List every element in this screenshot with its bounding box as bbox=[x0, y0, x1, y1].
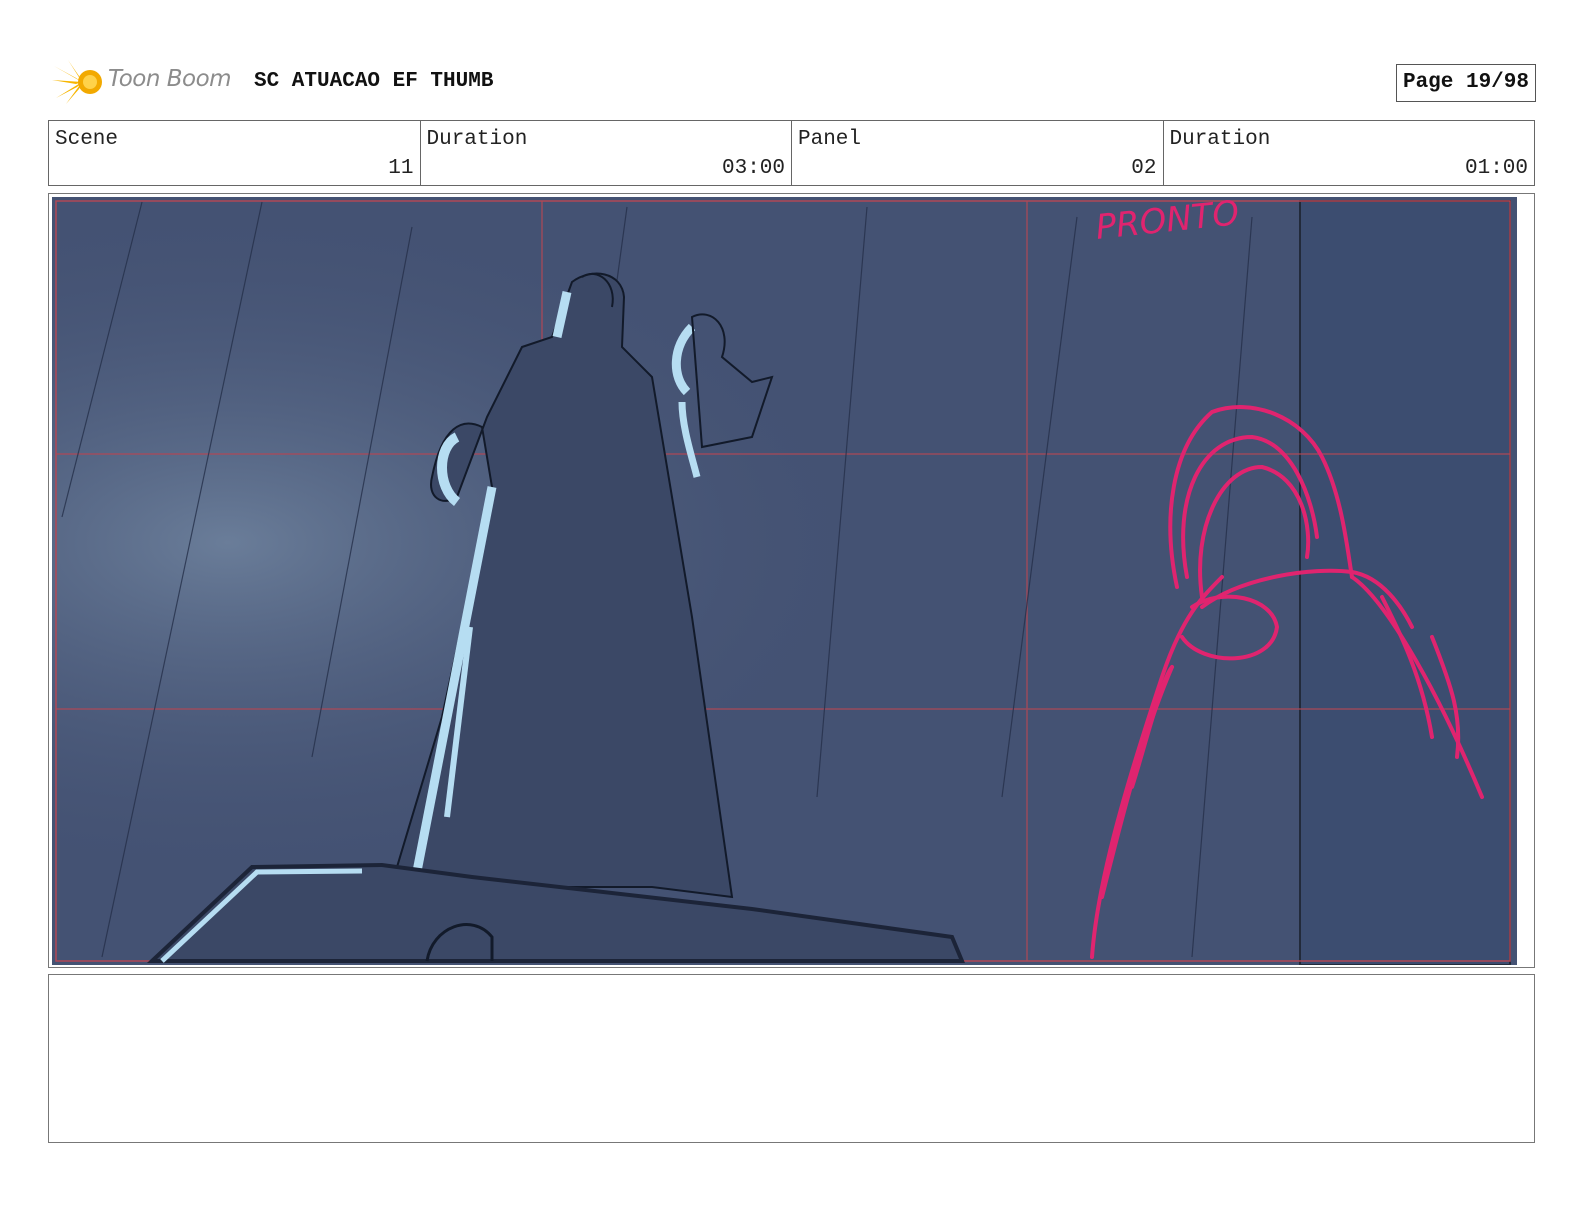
burst-logo-icon bbox=[52, 60, 102, 104]
panel-sketch-image: PRONTO bbox=[52, 197, 1517, 965]
storyboard-header: Toon Boom SC ATUACAO EF THUMB Page 19/98 bbox=[48, 56, 1536, 106]
scene-label: Scene bbox=[55, 128, 119, 151]
project-title: SC ATUACAO EF THUMB bbox=[254, 70, 494, 93]
overlap-shadow-region bbox=[1299, 200, 1511, 965]
scene-duration-cell: Duration 03:00 bbox=[421, 121, 792, 185]
panel-duration-cell: Duration 01:00 bbox=[1164, 121, 1535, 185]
panel-cell: Panel 02 bbox=[792, 121, 1164, 185]
panel-value: 02 bbox=[1131, 157, 1157, 180]
scene-duration-value: 03:00 bbox=[721, 157, 785, 180]
panel-label: Panel bbox=[798, 128, 862, 151]
logo-wordmark: Toon Boom bbox=[108, 66, 232, 92]
scene-cell: Scene 11 bbox=[49, 121, 421, 185]
storyboard-panel: PRONTO bbox=[48, 193, 1535, 968]
shot-info-table: Scene 11 Duration 03:00 Panel 02 Duratio… bbox=[48, 120, 1535, 186]
panel-notes-box bbox=[48, 974, 1535, 1143]
toon-boom-logo: Toon Boom bbox=[52, 58, 242, 106]
scene-value: 11 bbox=[388, 157, 414, 180]
panel-duration-value: 01:00 bbox=[1464, 157, 1528, 180]
page-indicator: Page 19/98 bbox=[1395, 64, 1536, 102]
scene-duration-label: Duration bbox=[426, 128, 528, 151]
panel-duration-label: Duration bbox=[1169, 128, 1271, 151]
